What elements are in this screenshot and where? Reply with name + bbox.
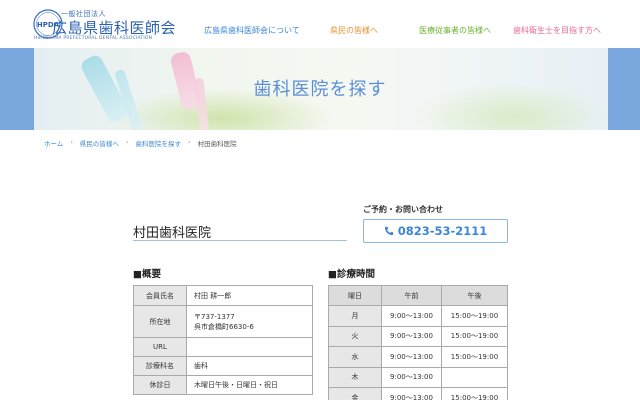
hours-header-pm: 午後 bbox=[440, 285, 509, 306]
hours-pm: 15:00〜19:00 bbox=[440, 387, 509, 400]
hours-am: 9:00〜13:00 bbox=[381, 346, 442, 368]
logo-name-en: HIROSHIMA PREFECTURAL DENTAL ASSOCIATION bbox=[34, 36, 153, 41]
breadcrumb: ホーム › 県民の皆様へ › 歯科医院を探す › 村田歯科医院 bbox=[44, 138, 237, 148]
hours-day: 火 bbox=[328, 325, 382, 347]
logo-name: 広島県歯科医師会 bbox=[52, 19, 177, 37]
breadcrumb-home[interactable]: ホーム bbox=[44, 138, 63, 148]
hours-pm: 15:00〜19:00 bbox=[440, 305, 509, 327]
overview-key-member: 会員氏名 bbox=[133, 285, 187, 306]
overview-table: 会員氏名 村田 耕一郎 所在地 〒737-1377 呉市倉橋町6630-6 UR… bbox=[133, 285, 313, 395]
breadcrumb-residents[interactable]: 県民の皆様へ bbox=[80, 138, 119, 148]
hours-header-am: 午前 bbox=[381, 285, 442, 306]
breadcrumb-separator: › bbox=[70, 138, 73, 146]
overview-value-member: 村田 耕一郎 bbox=[186, 285, 313, 306]
phone-button[interactable]: 0823-53-2111 bbox=[363, 219, 508, 243]
clinic-name: 村田歯科医院 bbox=[133, 226, 212, 241]
phone-number: 0823-53-2111 bbox=[397, 224, 488, 238]
overview-key-url: URL bbox=[133, 337, 187, 357]
breadcrumb-current: 村田歯科医院 bbox=[197, 140, 237, 148]
breadcrumb-separator: › bbox=[188, 138, 191, 146]
overview-key-closed: 休診日 bbox=[133, 375, 187, 395]
table-row: 火 9:00〜13:00 15:00〜19:00 bbox=[328, 325, 509, 347]
overview-key-department: 診療科名 bbox=[133, 356, 187, 376]
address-postal: 〒737-1377 bbox=[194, 312, 235, 321]
hours-pm bbox=[440, 366, 509, 388]
hours-header-day: 曜日 bbox=[328, 285, 382, 306]
address-street: 呉市倉橋町6630-6 bbox=[194, 322, 254, 331]
table-row: 金 9:00〜13:00 15:00〜19:00 bbox=[328, 387, 509, 400]
table-row: 月 9:00〜13:00 15:00〜19:00 bbox=[328, 305, 509, 327]
hours-am: 9:00〜13:00 bbox=[381, 366, 442, 388]
hours-day: 月 bbox=[328, 305, 382, 327]
site-logo[interactable]: HPDA 一般社団法人 広島県歯科医師会 HIROSHIMA PREFECTUR… bbox=[32, 8, 182, 41]
contact-label: ご予約・お問い合わせ bbox=[363, 205, 443, 214]
hours-heading: ■診療時間 bbox=[328, 269, 375, 280]
overview-value-url[interactable] bbox=[186, 337, 313, 357]
hours-am: 9:00〜13:00 bbox=[381, 387, 442, 400]
nav-residents[interactable]: 県民の皆様へ bbox=[330, 25, 378, 36]
nav-about[interactable]: 広島県歯科医師会について bbox=[204, 25, 300, 36]
phone-icon bbox=[384, 226, 393, 236]
table-row: 会員氏名 村田 耕一郎 bbox=[133, 285, 313, 306]
table-header-row: 曜日 午前 午後 bbox=[328, 285, 509, 306]
hours-am: 9:00〜13:00 bbox=[381, 325, 442, 347]
site-header: HPDA 一般社団法人 広島県歯科医師会 HIROSHIMA PREFECTUR… bbox=[0, 0, 640, 48]
nav-hygienist[interactable]: 歯科衛生士を目指す方へ bbox=[513, 25, 601, 36]
table-row: 木 9:00〜13:00 bbox=[328, 366, 509, 388]
page-title: 歯科医院を探す bbox=[253, 79, 387, 100]
hours-pm: 15:00〜19:00 bbox=[440, 325, 509, 347]
hours-pm: 15:00〜19:00 bbox=[440, 346, 509, 368]
hours-day: 金 bbox=[328, 387, 382, 400]
overview-heading: ■概要 bbox=[133, 269, 161, 280]
nav-medical-staff[interactable]: 医療従事者の皆様へ bbox=[419, 25, 491, 36]
overview-key-address: 所在地 bbox=[133, 305, 187, 338]
table-row: 所在地 〒737-1377 呉市倉橋町6630-6 bbox=[133, 305, 313, 338]
breadcrumb-separator: › bbox=[125, 138, 129, 146]
hours-table: 曜日 午前 午後 月 9:00〜13:00 15:00〜19:00 火 9:00… bbox=[328, 285, 509, 400]
hours-day: 木 bbox=[328, 366, 382, 388]
hero-banner: 歯科医院を探す bbox=[0, 48, 640, 130]
overview-value-closed: 木曜日午後・日曜日・祝日 bbox=[186, 375, 313, 395]
overview-value-department: 歯科 bbox=[186, 356, 313, 376]
overview-value-address: 〒737-1377 呉市倉橋町6630-6 bbox=[186, 305, 313, 338]
table-row: 水 9:00〜13:00 15:00〜19:00 bbox=[328, 346, 509, 368]
table-row: 休診日 木曜日午後・日曜日・祝日 bbox=[133, 375, 313, 395]
hours-am: 9:00〜13:00 bbox=[381, 305, 442, 327]
hours-day: 水 bbox=[328, 346, 382, 368]
table-row: URL bbox=[133, 337, 313, 357]
breadcrumb-find-clinic[interactable]: 歯科医院を探す bbox=[136, 138, 182, 148]
table-row: 診療科名 歯科 bbox=[133, 356, 313, 376]
clinic-name-underline bbox=[133, 240, 347, 241]
